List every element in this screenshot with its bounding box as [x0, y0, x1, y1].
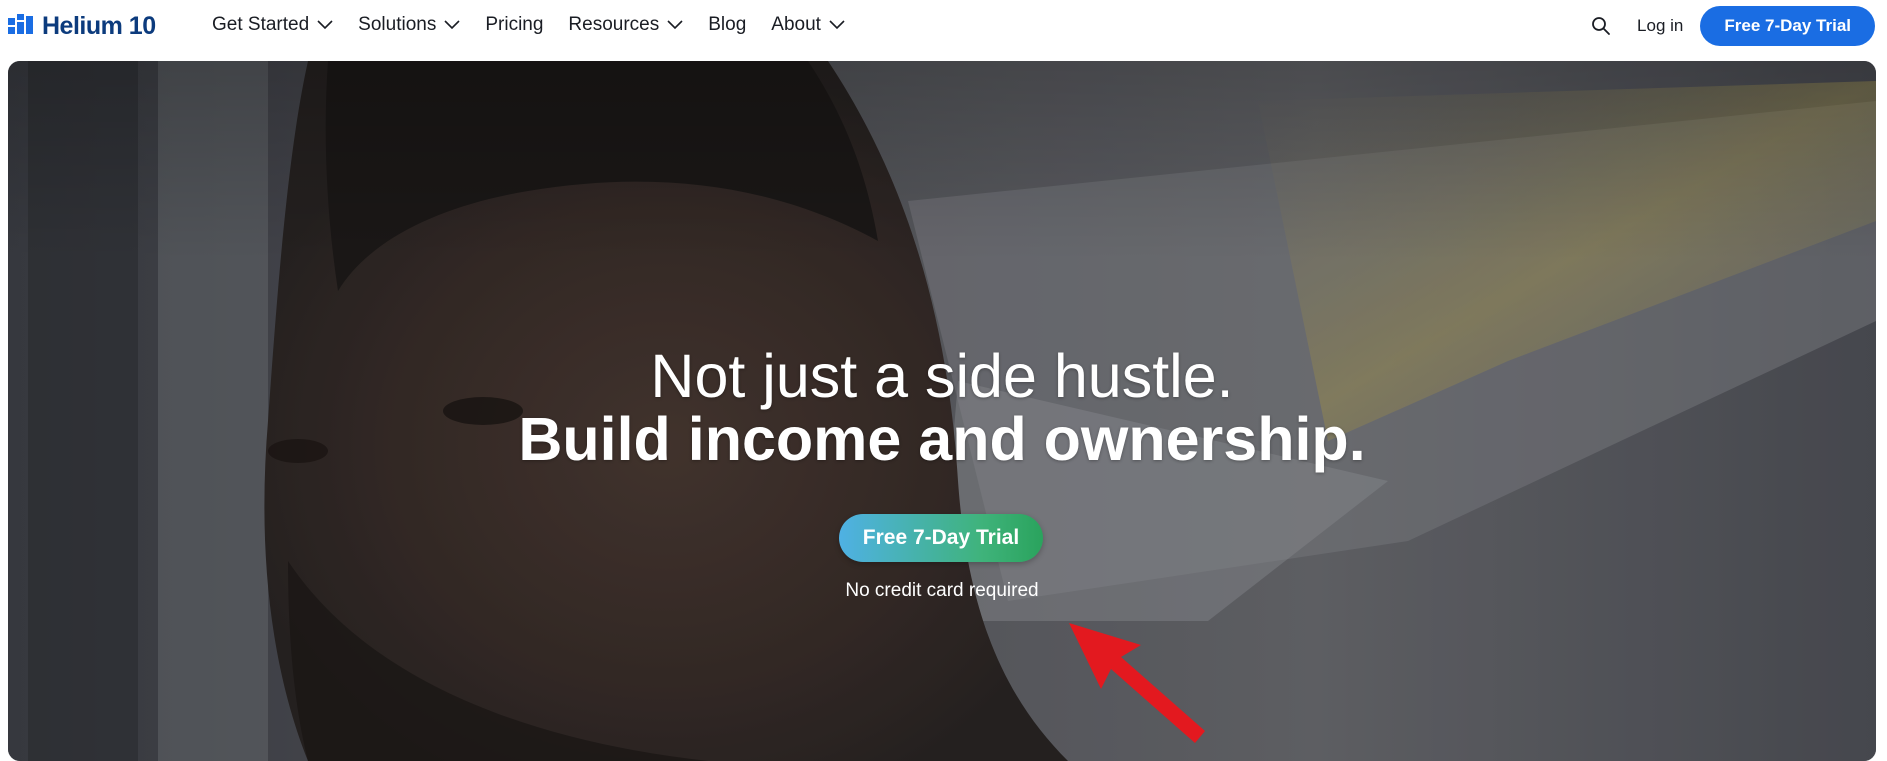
nav-item-label: About: [771, 14, 821, 35]
free-trial-button-header[interactable]: Free 7-Day Trial: [1700, 6, 1875, 46]
free-trial-button-hero[interactable]: Free 7-Day Trial: [839, 514, 1043, 562]
nav-item-blog[interactable]: Blog: [708, 14, 746, 36]
hero-headline-line2: Build income and ownership.: [518, 405, 1366, 473]
chevron-down-icon: [444, 20, 460, 30]
red-arrow-icon: [1069, 623, 1205, 743]
login-link[interactable]: Log in: [1637, 16, 1683, 36]
nav-item-pricing[interactable]: Pricing: [485, 14, 543, 36]
bar-chart-logo-icon: [8, 14, 33, 34]
nav-item-label: Blog: [708, 14, 747, 35]
nav-item-solutions[interactable]: Solutions: [358, 14, 460, 36]
search-button[interactable]: [1587, 12, 1615, 40]
nav-item-label: Resources: [568, 14, 660, 35]
chevron-down-icon: [667, 20, 683, 30]
main-menu: Get Started Solutions Pricing Resources …: [212, 14, 870, 36]
nav-item-label: Get Started: [212, 14, 310, 35]
search-icon: [1592, 17, 1610, 35]
brand-name: Helium 10: [42, 11, 156, 40]
nav-actions: Log in Free 7-Day Trial: [1587, 6, 1875, 46]
hero-headline-line1: Not just a side hustle.: [650, 342, 1234, 410]
no-credit-card-note: No credit card required: [845, 580, 1039, 601]
nav-item-label: Solutions: [358, 14, 437, 35]
nav-item-about[interactable]: About: [771, 14, 845, 36]
hero-banner: Not just a side hustle. Build income and…: [8, 61, 1876, 761]
chevron-down-icon: [829, 20, 845, 30]
nav-item-resources[interactable]: Resources: [568, 14, 683, 36]
brand-logo[interactable]: Helium 10: [8, 11, 156, 41]
nav-item-get-started[interactable]: Get Started: [212, 14, 333, 36]
top-navigation: Helium 10 Get Started Solutions Pricing …: [0, 0, 1887, 52]
chevron-down-icon: [317, 20, 333, 30]
nav-item-label: Pricing: [485, 14, 544, 35]
